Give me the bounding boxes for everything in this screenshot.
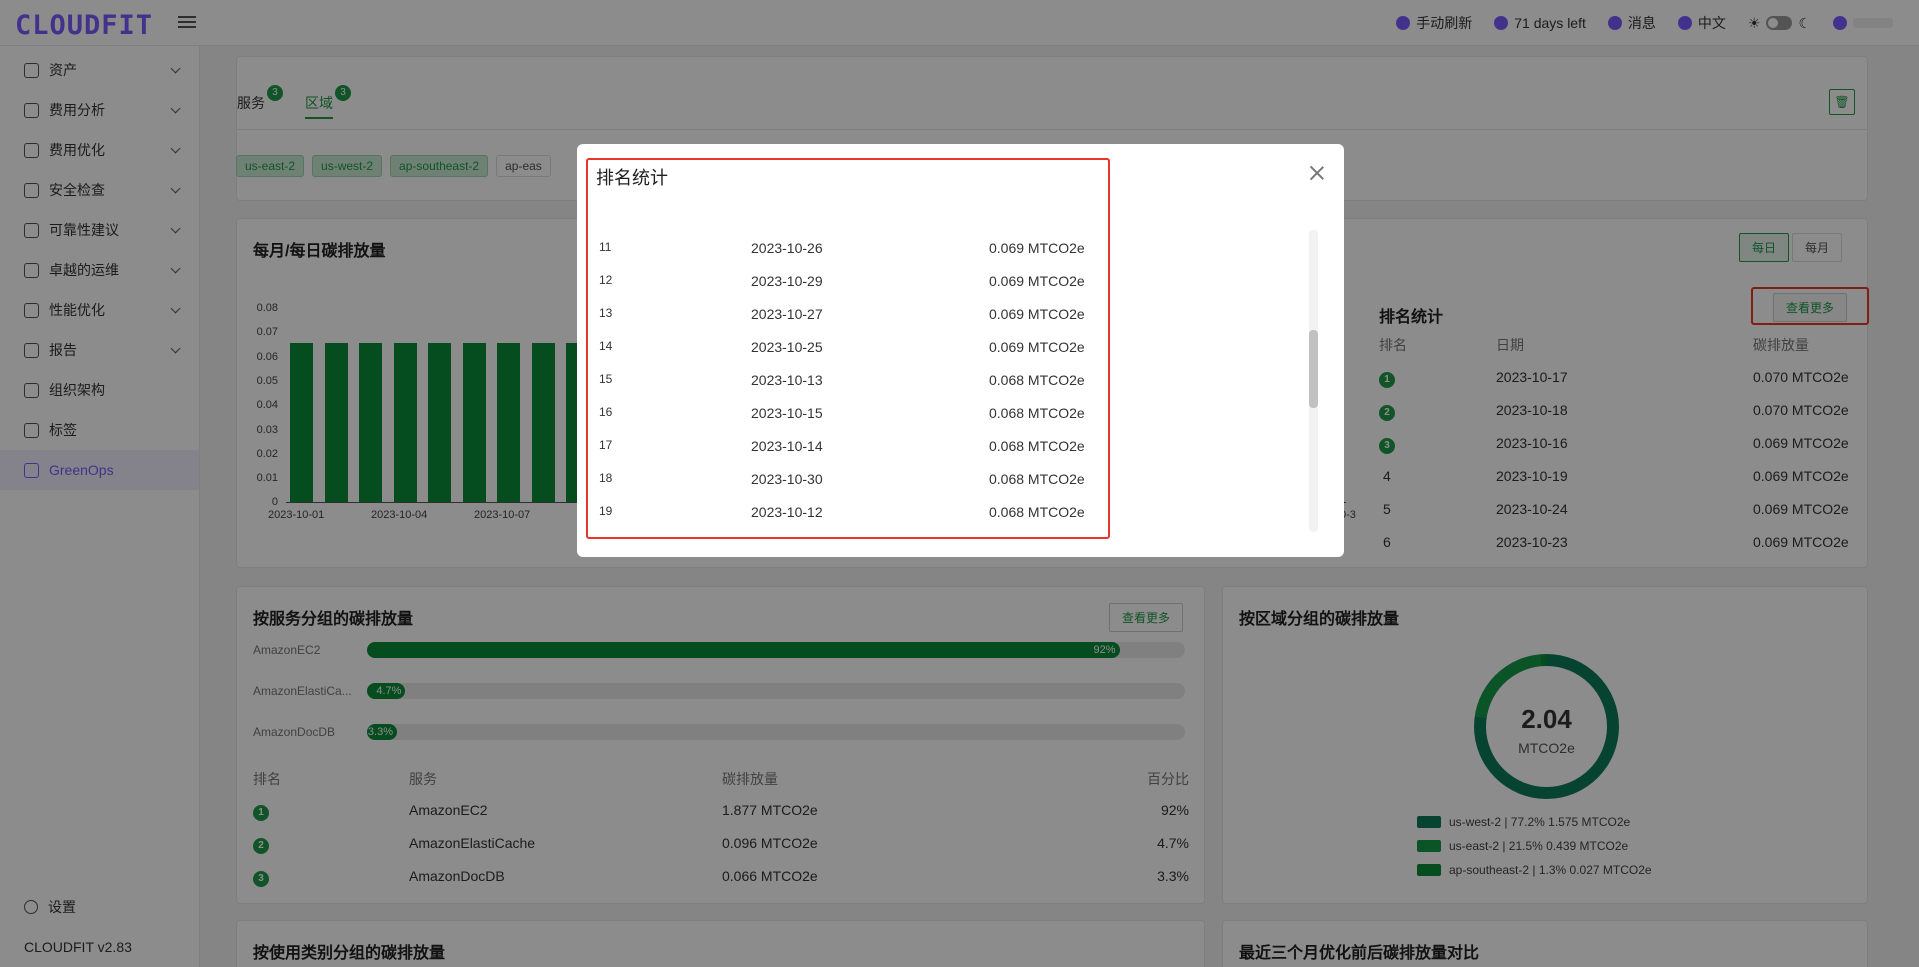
modal-scrollbar-thumb[interactable] <box>1309 330 1318 408</box>
modal-row: 11 2023-10-26 0.069 MTCO2e <box>599 240 1159 273</box>
modal-row-amount: 0.068 MTCO2e <box>989 372 1085 388</box>
modal-row-rank: 16 <box>599 405 613 419</box>
modal-row-date: 2023-10-13 <box>751 372 823 388</box>
modal-row: 17 2023-10-14 0.068 MTCO2e <box>599 438 1159 471</box>
modal-row-amount: 0.069 MTCO2e <box>989 273 1085 289</box>
modal-row-amount: 0.068 MTCO2e <box>989 438 1085 454</box>
modal-row-amount: 0.068 MTCO2e <box>989 504 1085 520</box>
modal-row-rank: 12 <box>599 273 613 287</box>
modal-row-rank: 19 <box>599 504 613 518</box>
modal-row-amount: 0.069 MTCO2e <box>989 306 1085 322</box>
modal-row-date: 2023-10-12 <box>751 504 823 520</box>
modal-row-rank: 14 <box>599 339 613 353</box>
modal-row: 15 2023-10-13 0.068 MTCO2e <box>599 372 1159 405</box>
close-icon[interactable] <box>1310 166 1324 180</box>
modal-row-date: 2023-10-14 <box>751 438 823 454</box>
modal-row: 18 2023-10-30 0.068 MTCO2e <box>599 471 1159 504</box>
modal-row-amount: 0.069 MTCO2e <box>989 240 1085 256</box>
modal-row-amount: 0.068 MTCO2e <box>989 471 1085 487</box>
modal-row-date: 2023-10-27 <box>751 306 823 322</box>
modal-row-amount: 0.068 MTCO2e <box>989 405 1085 421</box>
modal-row-date: 2023-10-25 <box>751 339 823 355</box>
modal-row: 13 2023-10-27 0.069 MTCO2e <box>599 306 1159 339</box>
modal-row-date: 2023-10-29 <box>751 273 823 289</box>
modal-row: 14 2023-10-25 0.069 MTCO2e <box>599 339 1159 372</box>
modal-row: 19 2023-10-12 0.068 MTCO2e <box>599 504 1159 537</box>
modal-row: 12 2023-10-29 0.069 MTCO2e <box>599 273 1159 306</box>
modal-row-date: 2023-10-30 <box>751 471 823 487</box>
modal-row-rank: 17 <box>599 438 613 452</box>
modal-row-amount: 0.069 MTCO2e <box>989 339 1085 355</box>
rank-modal: 排名统计 11 2023-10-26 0.069 MTCO2e 12 2023-10-2… <box>577 144 1344 557</box>
modal-row-date: 2023-10-15 <box>751 405 823 421</box>
modal-row-rank: 15 <box>599 372 613 386</box>
modal-row-rank: 11 <box>599 240 612 254</box>
modal-row-rank: 13 <box>599 306 613 320</box>
modal-row: 16 2023-10-15 0.068 MTCO2e <box>599 405 1159 438</box>
modal-row-date: 2023-10-26 <box>751 240 823 256</box>
modal-row-rank: 18 <box>599 471 613 485</box>
